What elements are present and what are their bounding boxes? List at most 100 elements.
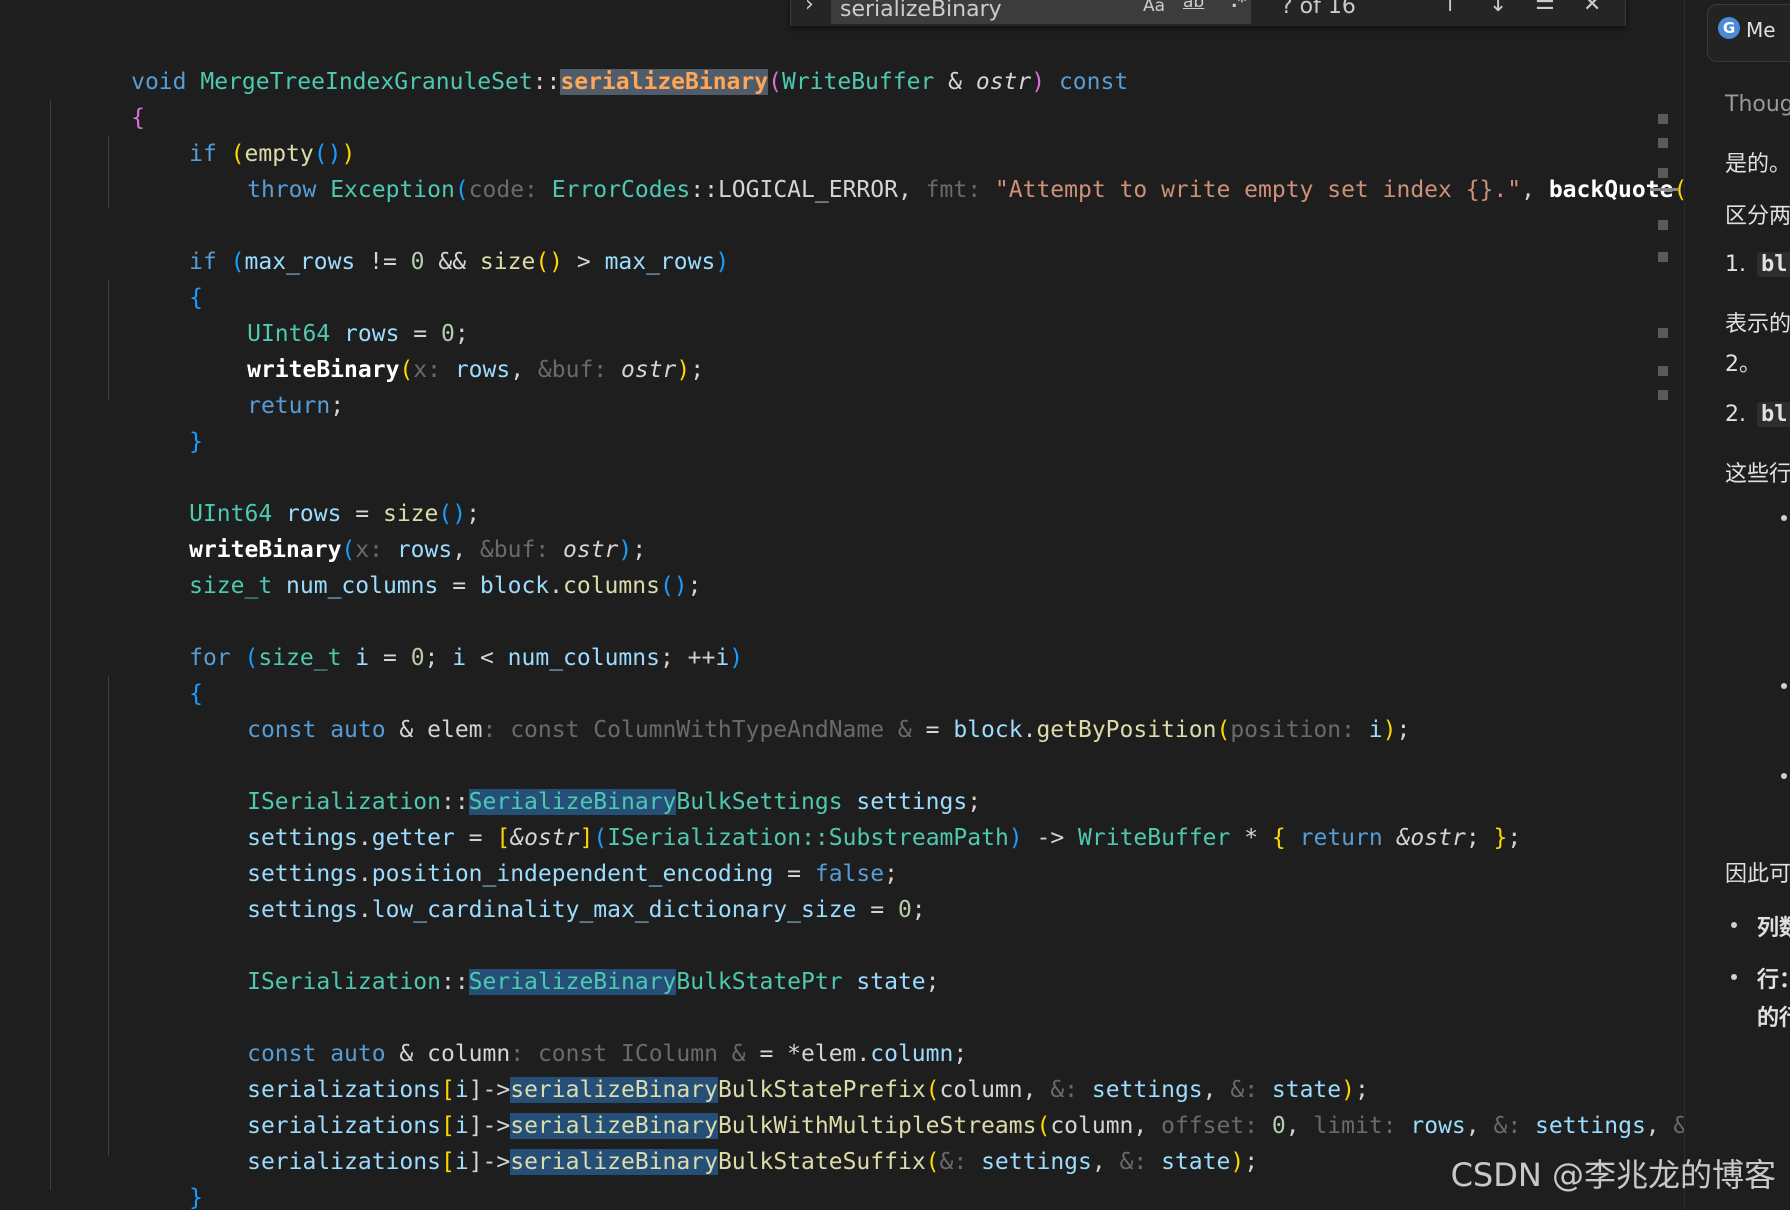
paren: ) [1008,825,1023,851]
paren: ( [925,1149,940,1175]
code-line: ISerialization::SerializeBinaryBulkSetti… [164,748,981,815]
bullet [1731,922,1737,928]
paren: ) [729,645,744,671]
operator: ; [687,573,702,599]
operator: = [856,897,898,923]
operator: != [355,249,411,275]
keyword: return [1285,825,1397,851]
brace: } [189,429,203,455]
overview-mark [1658,252,1668,262]
model-icon: G [1718,17,1740,39]
code-line: void MergeTreeIndexGranuleSet::serialize… [48,28,1128,95]
previous-match-arrow-icon[interactable]: ↑ [1441,0,1459,17]
thought-label[interactable]: Thoug [1725,92,1790,117]
variable: max_rows [604,249,716,275]
variable: num_columns [507,645,660,671]
code-line: serializations[i]->serializeBinaryBulkSt… [164,1036,1369,1103]
current-search-match: serializeBinary [560,69,769,95]
operator: ; ++ [659,645,716,671]
brace: { [1271,825,1286,851]
function-call: size [479,249,536,275]
paren: ) [676,357,691,383]
operator: . [357,897,372,923]
inlay-hint: &: [1674,1113,1685,1139]
operator: , [510,357,538,383]
match-count: ? of 16 [1281,0,1356,19]
operator: ; [330,393,345,419]
variable: serializations [247,1149,441,1175]
chat-paragraph: 是的。 [1725,152,1790,177]
variable: i [341,645,370,671]
variable: block [953,717,1023,743]
code-line: serializations[i]->serializeBinaryBulkWi… [164,1072,1684,1139]
operator: , [1285,1113,1314,1139]
code-line: const auto & column: const IColumn & = *… [164,1000,967,1067]
variable: settings [247,897,358,923]
type-name: size_t [189,573,273,599]
operator: ]-> [468,1149,511,1175]
paren: () [659,573,688,599]
overview-mark [1658,168,1668,178]
inlay-hint: code: [468,177,552,203]
inlay-hint: limit: [1313,1113,1411,1139]
operator: ; [690,357,705,383]
inlay-hint: &buf: [537,357,622,383]
brace: } [189,1185,203,1210]
code-line: serializations[i]->serializeBinaryBulkSt… [164,1108,1258,1175]
operator: & [934,69,976,95]
variable: max_rows [244,249,356,275]
variable: i [715,645,730,671]
operator: :: [532,69,561,95]
bullet [1781,683,1787,689]
operator: ; [1507,825,1522,851]
type-name: BulkStatePtr [676,969,843,995]
next-match-arrow-icon[interactable]: ↓ [1489,0,1507,17]
code-line: const auto & elem: const ColumnWithTypeA… [164,676,1410,743]
inline-code: bl [1757,402,1790,427]
code-line: return; [164,352,344,419]
string-literal: "Attempt to write empty set index {}." [994,177,1522,203]
operator: = [369,645,411,671]
window: void MergeTreeIndexGranuleSet::serialize… [0,0,1790,1210]
type-name: Exception [330,177,455,203]
find-in-selection-icon[interactable]: ☰ [1535,0,1555,15]
paren: ( [768,69,782,95]
operator: > [563,249,605,275]
operator: ; [1465,825,1494,851]
operator: ; [424,645,453,671]
model-selector-button[interactable]: G Me [1707,4,1790,62]
code-line: size_t num_columns = block.columns(); [106,532,701,599]
paren: ( [1216,717,1231,743]
variable: block [479,573,550,599]
toggle-replace-chevron-icon[interactable]: › [805,0,814,17]
bullet-text: 行： [1757,968,1790,993]
operator: , [1521,177,1549,203]
bullet [1781,515,1787,521]
code-line: } [48,1180,145,1210]
code-line: writeBinary(x: rows, &buf: ostr); [164,316,704,383]
close-icon[interactable]: ✕ [1583,0,1601,17]
keyword: throw [247,177,331,203]
keyword: return [247,393,331,419]
bracket: [ [440,1149,455,1175]
keyword: const [247,717,331,743]
chat-paragraph: 这些行 [1725,462,1790,487]
type-name: WriteBuffer [781,69,935,95]
number: 0 [1271,1113,1286,1139]
watermark: CSDN @李兆龙的博客 [1450,1156,1776,1194]
whole-word-toggle[interactable]: ab [1183,0,1204,12]
overview-ruler[interactable] [1650,110,1680,410]
code-line: throw Exception(code: ErrorCodes::LOGICA… [164,136,1684,203]
indent-guide [108,676,109,1156]
list-number: 1. [1725,252,1746,277]
type-name: ErrorCodes [551,177,691,203]
paren: ( [244,645,259,671]
operator: ; [1244,1149,1259,1175]
code-editor[interactable]: void MergeTreeIndexGranuleSet::serialize… [0,0,1684,1210]
search-match: serializeBinary [510,1149,718,1175]
match-case-toggle[interactable]: Aa [1143,0,1165,16]
code-line: for (size_t i = 0; i < num_columns; ++i) [106,604,743,671]
variable: settings [1535,1113,1646,1139]
regex-toggle[interactable]: .* [1231,0,1246,12]
paren: ( [230,249,245,275]
